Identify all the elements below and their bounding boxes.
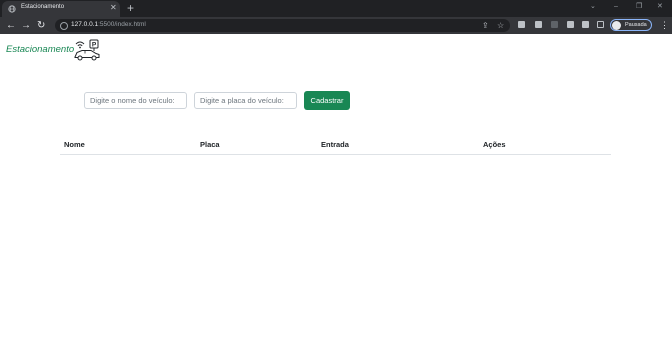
- profile-label: Pausada: [625, 22, 647, 28]
- svg-text:P: P: [92, 42, 97, 49]
- column-header-plate: Placa: [200, 140, 220, 149]
- maximize-icon[interactable]: ❐: [636, 2, 642, 12]
- media-queue-icon[interactable]: [582, 21, 589, 28]
- tab-title: Estacionamento: [21, 4, 65, 10]
- vehicle-name-input[interactable]: [84, 92, 187, 109]
- browser-tabstrip: Estacionamento ✕ + ⌄ – ❐ ✕: [0, 0, 672, 17]
- extension-tag-icon[interactable]: [535, 21, 542, 28]
- profile-button[interactable]: Pausada: [610, 19, 652, 31]
- extension-dark-icon[interactable]: [551, 21, 558, 28]
- new-tab-button[interactable]: +: [127, 0, 134, 16]
- globe-icon: [8, 5, 16, 13]
- parking-car-wifi-icon: P: [74, 39, 100, 61]
- chevron-down-icon[interactable]: ⌄: [590, 2, 596, 12]
- close-tab-icon[interactable]: ✕: [110, 3, 117, 13]
- column-header-name: Nome: [64, 140, 85, 149]
- browser-toolbar: ← → ↻ 127.0.0.1:5500/index.html ⇪ ☆ Paus…: [0, 17, 672, 34]
- site-info-icon[interactable]: [60, 22, 68, 30]
- vehicles-table-header: Nome Placa Entrada Ações: [60, 134, 611, 155]
- register-button[interactable]: Cadastrar: [304, 91, 350, 110]
- extensions-puzzle-icon[interactable]: [567, 21, 574, 28]
- bookmark-star-icon[interactable]: ☆: [497, 20, 504, 31]
- close-window-icon[interactable]: ✕: [657, 2, 663, 12]
- url-text: 127.0.0.1:5500/index.html: [71, 21, 146, 28]
- column-header-actions: Ações: [483, 140, 506, 149]
- side-panel-icon[interactable]: [597, 21, 604, 28]
- address-bar[interactable]: 127.0.0.1:5500/index.html ⇪ ☆: [55, 19, 510, 32]
- browser-menu-icon[interactable]: ⋮: [660, 20, 669, 30]
- brand-title: Estacionamento: [6, 44, 75, 55]
- reload-icon[interactable]: ↻: [37, 20, 45, 31]
- vehicle-plate-input[interactable]: [194, 92, 297, 109]
- extension-shield-icon[interactable]: [518, 21, 525, 28]
- minimize-icon[interactable]: –: [614, 2, 618, 12]
- back-icon[interactable]: ←: [6, 20, 16, 31]
- column-header-entry: Entrada: [321, 140, 349, 149]
- browser-tab[interactable]: Estacionamento ✕: [2, 1, 120, 17]
- avatar: [612, 21, 621, 30]
- share-icon[interactable]: ⇪: [482, 20, 489, 31]
- forward-icon[interactable]: →: [21, 20, 31, 31]
